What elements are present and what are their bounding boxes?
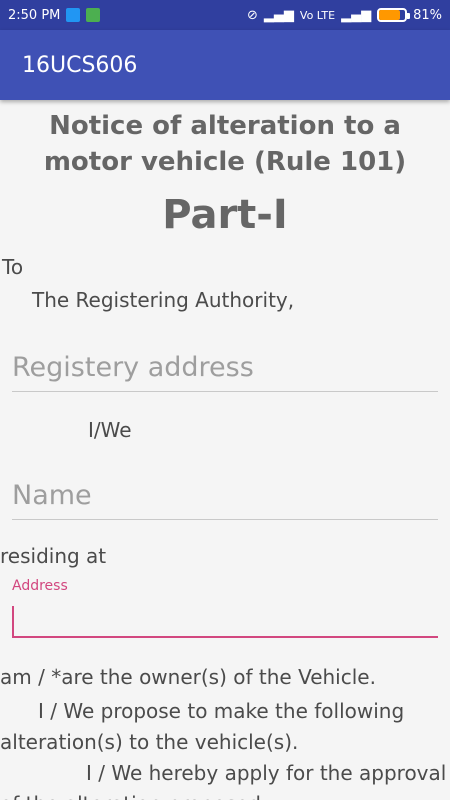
propose-text: I / We propose to make the following alt… <box>0 699 405 754</box>
registry-address-field <box>12 352 438 392</box>
text-cursor <box>12 606 14 636</box>
address-field: Address <box>12 578 438 638</box>
android-icon <box>86 8 101 22</box>
name-field <box>12 480 438 520</box>
signal-icon: ▂▄▆ <box>263 7 294 23</box>
apply-text: I / We hereby apply for the approval of … <box>0 761 447 800</box>
form-content: Notice of alteration to a motor vehicle … <box>0 100 450 800</box>
usb-icon <box>66 8 81 22</box>
registry-address-input[interactable] <box>12 352 438 392</box>
residing-label: residing at <box>0 544 107 568</box>
battery-percent: 81% <box>413 7 442 23</box>
battery-icon <box>377 8 411 22</box>
status-bar: 2:50 PM ⊘ ▂▄▆ Vo LTE ▂▄▆ 81% <box>0 0 450 30</box>
address-label: Address <box>12 578 68 594</box>
part-heading: Part-I <box>162 192 288 238</box>
name-input[interactable] <box>12 480 438 520</box>
app-title: 16UCS606 <box>22 52 138 78</box>
iwe-label: I/We <box>88 418 132 442</box>
registering-authority-text: The Registering Authority, <box>32 288 295 312</box>
volte-icon: Vo LTE <box>299 8 336 22</box>
silent-icon: ⊘ <box>247 7 258 23</box>
form-title: Notice of alteration to a motor vehicle … <box>43 111 407 177</box>
signal-icon-2: ▂▄▆ <box>341 7 372 23</box>
owner-text: am / *are the owner(s) of the Vehicle. <box>0 665 376 689</box>
status-time: 2:50 PM <box>8 7 61 23</box>
app-bar: 16UCS606 <box>0 30 450 100</box>
to-label: To <box>2 255 24 279</box>
address-input[interactable] <box>12 600 438 638</box>
